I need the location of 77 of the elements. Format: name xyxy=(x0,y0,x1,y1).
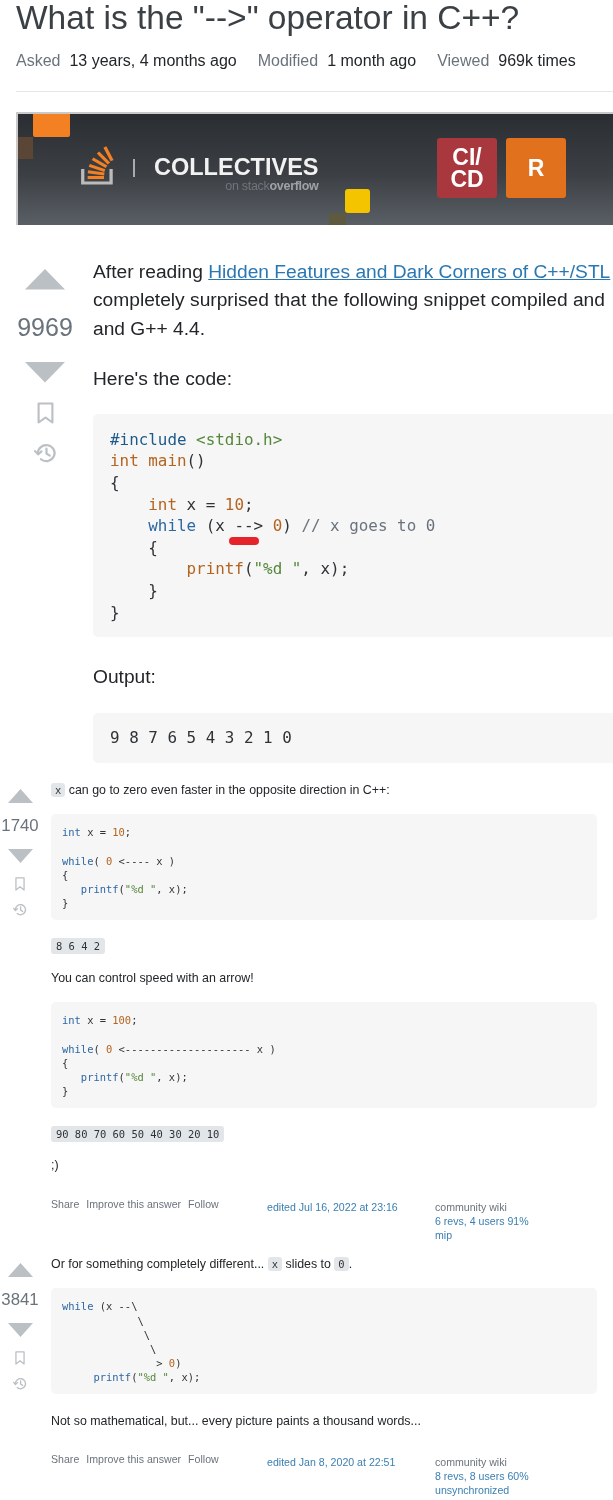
output-code: 90 80 70 60 50 40 30 20 10 xyxy=(51,1125,225,1142)
code-line: while( 0 <-------------------- x ) xyxy=(62,1041,276,1056)
wiki-label: community wiki xyxy=(435,1199,507,1214)
output-block: 9 8 7 6 5 4 3 2 1 0 xyxy=(93,712,613,764)
code-line: printf("%d ", x); xyxy=(93,1370,201,1385)
code-line: printf("%d ", x); xyxy=(186,558,350,581)
banner-title: COLLECTIVES xyxy=(154,154,319,180)
revisions-link[interactable]: 6 revs, 4 users 91% xyxy=(435,1213,529,1228)
post-action-link[interactable]: Improve this answer xyxy=(86,1452,182,1467)
code-line: \ xyxy=(137,1313,144,1328)
code-line: \ xyxy=(149,1342,157,1357)
body-text: x can go to zero even faster in the opposite direction in C++: xyxy=(51,780,390,799)
collective-tile[interactable]: R xyxy=(506,138,566,198)
output-code: 8 6 4 2 xyxy=(51,938,105,955)
code-line: #include <stdio.h> xyxy=(110,428,283,451)
revisions-link[interactable]: 8 revs, 8 users 60% xyxy=(435,1469,529,1484)
body-text: Or for something completely different... x slides to 0 . xyxy=(51,1255,353,1273)
meta-label: Viewed xyxy=(437,51,490,71)
code-line: } xyxy=(110,601,120,624)
code-line: int x = 10; xyxy=(62,825,132,840)
user-link[interactable]: mip xyxy=(435,1227,453,1242)
code-line: } xyxy=(62,896,69,911)
code-line: while (x --\ xyxy=(62,1299,138,1314)
code-line: while( 0 <---- x ) xyxy=(62,853,176,868)
body-text: ;) xyxy=(51,1157,59,1175)
upvote-arrow-icon[interactable] xyxy=(7,788,33,803)
code-line: { xyxy=(110,472,120,494)
edited-link[interactable]: edited Jan 8, 2020 at 22:51 xyxy=(267,1456,396,1469)
user-link[interactable]: unsynchronized xyxy=(435,1483,510,1498)
inline-link[interactable]: Hidden Features and Dark Corners of C++/STL xyxy=(208,261,611,282)
upvote-arrow-icon[interactable] xyxy=(25,269,65,290)
meta-value: 13 years, 4 months ago xyxy=(69,51,237,71)
underline-mark-icon xyxy=(229,537,260,546)
history-icon[interactable] xyxy=(33,441,57,464)
meta-value: 969k times xyxy=(498,51,576,71)
body-text: After reading Hidden Features and Dark Corners of C++/STL completely surprised that the following snippet compiled and and G++ 4.4. xyxy=(93,260,611,341)
bookmark-icon[interactable] xyxy=(15,876,25,891)
vote-count: 9969 xyxy=(17,312,73,342)
history-icon[interactable] xyxy=(13,1375,27,1390)
collective-tile[interactable]: CI/ CD xyxy=(437,138,497,198)
bookmark-icon[interactable] xyxy=(36,402,54,424)
question-title: What is the "-->" operator in C++? xyxy=(15,0,520,36)
code-line: { xyxy=(62,1055,69,1070)
meta-value: 1 month ago xyxy=(327,51,417,71)
post-action-link[interactable]: Follow xyxy=(188,1196,219,1211)
downvote-arrow-icon[interactable] xyxy=(25,362,65,383)
code-line: } xyxy=(62,1084,69,1099)
post-action-link[interactable]: Follow xyxy=(188,1452,219,1467)
post-action-link[interactable]: Share xyxy=(51,1196,80,1211)
body-text: You can control speed with an arrow! xyxy=(51,969,254,987)
upvote-arrow-icon[interactable] xyxy=(7,1262,33,1277)
code-line: printf("%d ", x); xyxy=(80,882,188,897)
code-line: int x = 100; xyxy=(62,1013,138,1028)
meta-label: Modified xyxy=(257,51,319,71)
wiki-label: community wiki xyxy=(435,1455,507,1470)
code-line: } xyxy=(148,580,158,602)
history-icon[interactable] xyxy=(13,901,27,916)
code-line: { xyxy=(62,867,69,883)
meta-label: Asked xyxy=(16,51,61,71)
downvote-arrow-icon[interactable] xyxy=(7,849,33,864)
post-action-link[interactable]: Share xyxy=(51,1452,80,1467)
body-text: Output: xyxy=(93,664,156,689)
vote-count: 3841 xyxy=(1,1289,39,1310)
code-line: { xyxy=(148,536,158,559)
code-line: int x = 10; xyxy=(148,493,254,516)
downvote-arrow-icon[interactable] xyxy=(7,1323,33,1338)
vote-count: 1740 xyxy=(1,815,39,836)
edited-link[interactable]: edited Jul 16, 2022 at 23:16 xyxy=(267,1200,398,1213)
code-line: \ xyxy=(143,1327,150,1343)
code-line: while (x --> 0) // x goes to 0 xyxy=(148,515,436,537)
body-text: Here's the code: xyxy=(93,366,233,391)
code-line: printf("%d ", x); xyxy=(80,1069,188,1085)
code-line: > 0) xyxy=(156,1356,182,1371)
code-line: int main() xyxy=(110,450,206,473)
bookmark-icon[interactable] xyxy=(15,1350,25,1365)
post-action-link[interactable]: Improve this answer xyxy=(86,1196,182,1211)
body-text: Not so mathematical, but... every picture paints a thousand words... xyxy=(51,1413,421,1430)
